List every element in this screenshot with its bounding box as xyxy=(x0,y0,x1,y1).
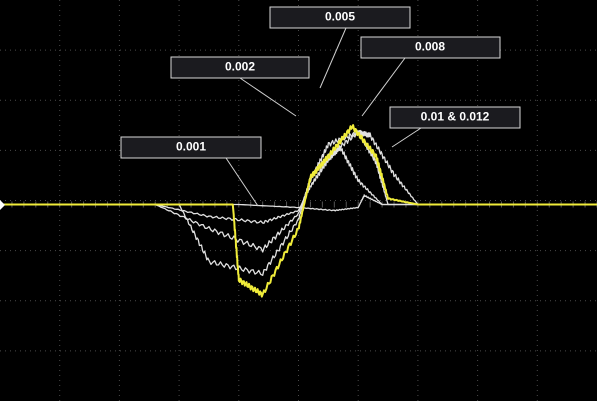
annotation-label-0.01-0.012: 0.01 & 0.012 xyxy=(421,110,490,124)
annotation-0.002: 0.002 xyxy=(170,56,310,117)
annotation-0.01-0.012: 0.01 & 0.012 xyxy=(389,106,521,148)
oscilloscope-screen: 0.001 0.002 0.005 0.008 0.01 & 0.012 xyxy=(0,0,597,401)
leader-0.01-0.012 xyxy=(391,127,422,148)
annotation-0.008: 0.008 xyxy=(360,36,501,117)
trace-2 xyxy=(0,145,597,224)
plot-area: 0.001 0.002 0.005 0.008 0.01 & 0.012 xyxy=(0,0,597,401)
annotation-label-0.008: 0.008 xyxy=(415,40,445,54)
annotations: 0.001 0.002 0.005 0.008 0.01 & 0.012 xyxy=(120,6,521,207)
annotation-label-0.005: 0.005 xyxy=(325,10,355,24)
trace-3 xyxy=(0,129,597,253)
leader-0.002 xyxy=(239,77,297,117)
annotation-0.001: 0.001 xyxy=(120,136,262,207)
annotation-label-0.002: 0.002 xyxy=(225,60,255,74)
leader-0.005 xyxy=(319,27,347,89)
annotation-label-0.001: 0.001 xyxy=(176,140,206,154)
markers xyxy=(0,200,5,210)
leader-0.001 xyxy=(225,157,259,207)
trigger-level-marker xyxy=(0,200,5,210)
